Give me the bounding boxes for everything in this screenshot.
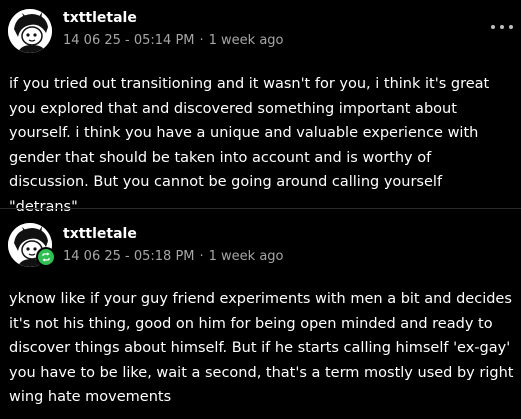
- more-dot: [509, 25, 513, 29]
- post-username[interactable]: txttletale: [63, 10, 137, 26]
- post-body-text: if you tried out transitioning and it wa…: [9, 76, 490, 215]
- post-date: 14 06 25 - 05:14 PM: [63, 33, 195, 48]
- post-date: 14 06 25 - 05:18 PM: [63, 249, 195, 264]
- post-meta: 14 06 25 - 05:18 PM · 1 week ago: [63, 249, 284, 264]
- more-dot: [500, 25, 504, 29]
- avatar[interactable]: [8, 9, 52, 53]
- meta-separator: ·: [199, 33, 204, 48]
- post-username[interactable]: txttletale: [63, 226, 137, 242]
- repost-badge-circle: [38, 249, 54, 265]
- more-options-icon[interactable]: [491, 20, 513, 34]
- post-body-text: yknow like if your guy friend experiment…: [9, 291, 514, 405]
- avatar-drawing-icon: [8, 9, 52, 53]
- post: txttletale 14 06 25 - 05:18 PM · 1 week ag…: [0, 209, 521, 419]
- meta-separator: ·: [199, 249, 204, 264]
- post: txttletale 14 06 25 - 05:14 PM · 1 week ag…: [0, 0, 521, 215]
- repost-icon: [36, 247, 56, 267]
- post-meta: 14 06 25 - 05:14 PM · 1 week ago: [63, 33, 284, 48]
- more-dot: [491, 25, 495, 29]
- post-relative-time[interactable]: 1 week ago: [209, 33, 284, 48]
- post-relative-time[interactable]: 1 week ago: [209, 249, 284, 264]
- repost-arrows-icon: [42, 252, 50, 262]
